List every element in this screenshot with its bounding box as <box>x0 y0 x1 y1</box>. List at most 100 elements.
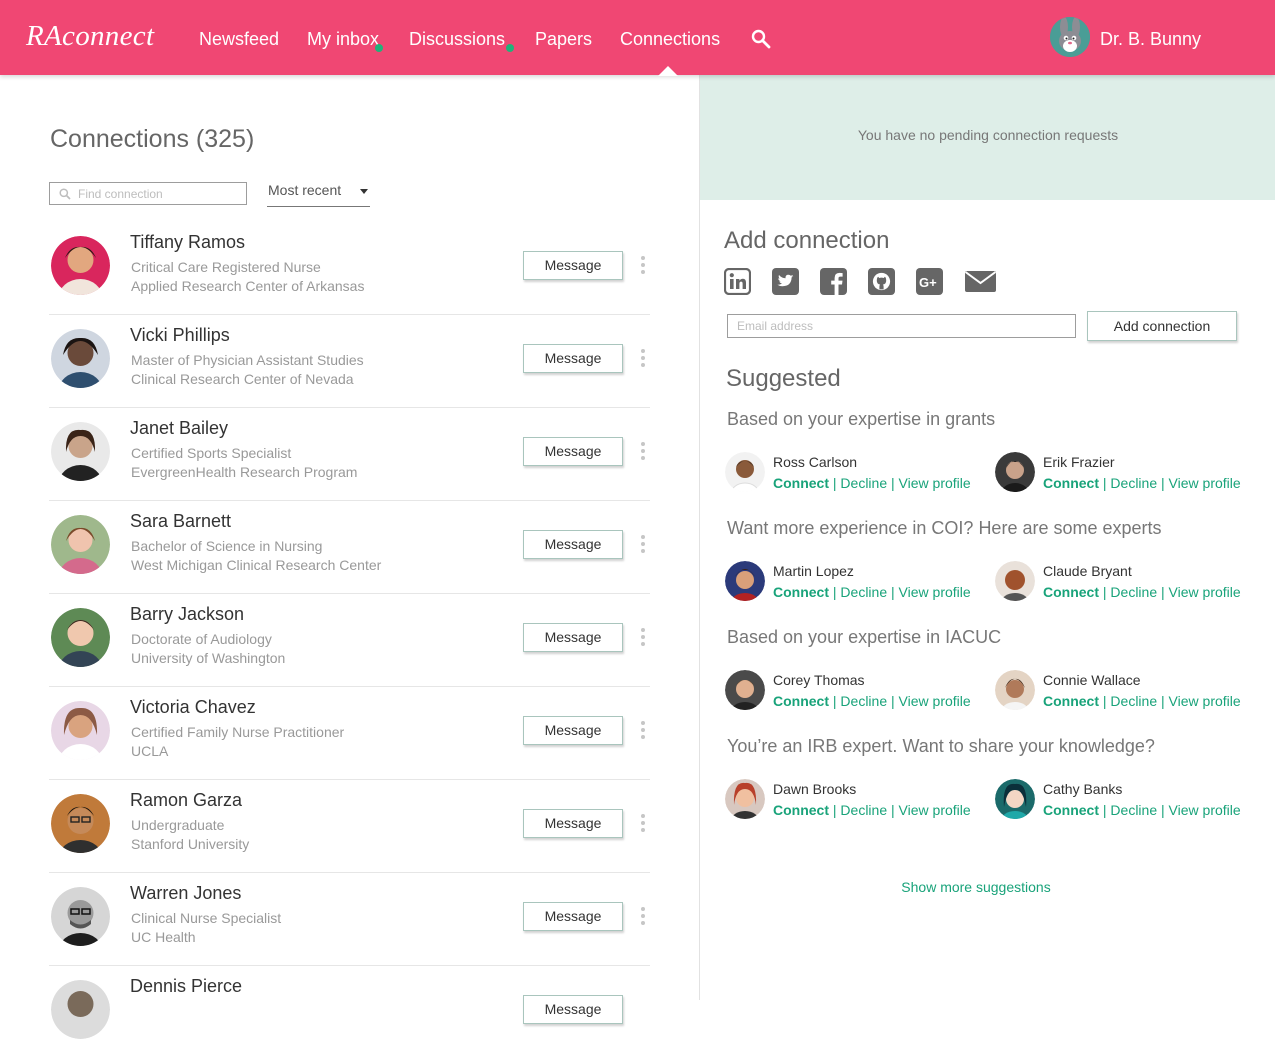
suggested-person-name[interactable]: Ross Carlson <box>773 454 857 470</box>
user-avatar[interactable] <box>1050 17 1090 57</box>
view-profile-link[interactable]: View profile <box>899 584 971 600</box>
decline-link[interactable]: Decline <box>840 802 887 818</box>
add-connection-button[interactable]: Add connection <box>1087 311 1237 341</box>
search-icon[interactable] <box>751 29 771 49</box>
suggested-person-name[interactable]: Corey Thomas <box>773 672 865 688</box>
avatar[interactable] <box>51 515 110 574</box>
app-logo[interactable]: RAconnect <box>26 20 154 53</box>
connection-name[interactable]: Barry Jackson <box>130 604 244 625</box>
suggested-person-name[interactable]: Martin Lopez <box>773 563 854 579</box>
suggested-person-name[interactable]: Cathy Banks <box>1043 781 1122 797</box>
connection-name[interactable]: Sara Barnett <box>130 511 231 532</box>
decline-link[interactable]: Decline <box>1110 475 1157 491</box>
suggested-person-name[interactable]: Connie Wallace <box>1043 672 1141 688</box>
facebook-icon[interactable] <box>820 268 847 295</box>
more-options-icon[interactable] <box>639 907 647 925</box>
email-address-field[interactable] <box>727 314 1076 338</box>
connection-name[interactable]: Warren Jones <box>130 883 241 904</box>
connection-name[interactable]: Ramon Garza <box>130 790 242 811</box>
connection-name[interactable]: Janet Bailey <box>130 418 228 439</box>
message-button[interactable]: Message <box>523 530 623 559</box>
connection-title: Certified Family Nurse Practitioner <box>131 724 345 740</box>
separator: | <box>1161 802 1165 818</box>
view-profile-link[interactable]: View profile <box>1169 475 1241 491</box>
message-button[interactable]: Message <box>523 902 623 931</box>
view-profile-link[interactable]: View profile <box>1169 584 1241 600</box>
show-more-suggestions-link[interactable]: Show more suggestions <box>700 879 1252 895</box>
avatar[interactable] <box>725 561 765 601</box>
connection-name[interactable]: Tiffany Ramos <box>130 232 245 253</box>
nav-my-inbox[interactable]: My inbox <box>307 29 379 50</box>
suggested-person-name[interactable]: Claude Bryant <box>1043 563 1132 579</box>
active-nav-indicator <box>658 66 678 76</box>
find-connection-input[interactable] <box>78 185 238 203</box>
nav-discussions[interactable]: Discussions <box>409 29 505 50</box>
github-icon[interactable] <box>868 268 895 295</box>
connect-link[interactable]: Connect <box>773 693 829 709</box>
view-profile-link[interactable]: View profile <box>899 802 971 818</box>
avatar[interactable] <box>51 794 110 853</box>
view-profile-link[interactable]: View profile <box>1169 693 1241 709</box>
message-button[interactable]: Message <box>523 623 623 652</box>
email-icon[interactable] <box>964 268 997 295</box>
suggested-person-name[interactable]: Dawn Brooks <box>773 781 856 797</box>
message-button[interactable]: Message <box>523 716 623 745</box>
decline-link[interactable]: Decline <box>840 475 887 491</box>
avatar[interactable] <box>995 670 1035 710</box>
avatar[interactable] <box>725 670 765 710</box>
user-name[interactable]: Dr. B. Bunny <box>1100 29 1201 50</box>
avatar[interactable] <box>995 452 1035 492</box>
more-options-icon[interactable] <box>639 628 647 646</box>
avatar[interactable] <box>51 701 110 760</box>
connect-link[interactable]: Connect <box>773 802 829 818</box>
view-profile-link[interactable]: View profile <box>1169 802 1241 818</box>
more-options-icon[interactable] <box>639 814 647 832</box>
avatar[interactable] <box>995 779 1035 819</box>
decline-link[interactable]: Decline <box>1110 693 1157 709</box>
message-button[interactable]: Message <box>523 437 623 466</box>
connection-name[interactable]: Victoria Chavez <box>130 697 256 718</box>
avatar[interactable] <box>51 980 110 1039</box>
message-button[interactable]: Message <box>523 251 623 280</box>
message-button[interactable]: Message <box>523 344 623 373</box>
avatar[interactable] <box>51 422 110 481</box>
more-options-icon[interactable] <box>639 349 647 367</box>
connect-link[interactable]: Connect <box>1043 475 1099 491</box>
view-profile-link[interactable]: View profile <box>899 693 971 709</box>
google-plus-icon[interactable]: G+ <box>916 268 943 295</box>
connect-link[interactable]: Connect <box>1043 693 1099 709</box>
decline-link[interactable]: Decline <box>1110 584 1157 600</box>
more-options-icon[interactable] <box>639 535 647 553</box>
decline-link[interactable]: Decline <box>840 693 887 709</box>
more-options-icon[interactable] <box>639 256 647 274</box>
avatar[interactable] <box>51 236 110 295</box>
find-connection-field[interactable] <box>49 182 247 205</box>
connect-link[interactable]: Connect <box>773 475 829 491</box>
avatar[interactable] <box>995 561 1035 601</box>
nav-papers[interactable]: Papers <box>535 29 592 50</box>
sort-dropdown[interactable]: Most recent <box>267 180 370 207</box>
connection-name[interactable]: Vicki Phillips <box>130 325 230 346</box>
decline-link[interactable]: Decline <box>1110 802 1157 818</box>
nav-newsfeed[interactable]: Newsfeed <box>199 29 279 50</box>
suggested-person-name[interactable]: Erik Frazier <box>1043 454 1115 470</box>
avatar[interactable] <box>51 329 110 388</box>
suggestion-actions: Connect | Decline | View profile <box>773 584 971 600</box>
nav-connections[interactable]: Connections <box>620 29 720 50</box>
avatar[interactable] <box>51 887 110 946</box>
message-button[interactable]: Message <box>523 995 623 1024</box>
connection-name[interactable]: Dennis Pierce <box>130 976 242 997</box>
linkedin-icon[interactable] <box>724 268 751 295</box>
decline-link[interactable]: Decline <box>840 584 887 600</box>
connect-link[interactable]: Connect <box>773 584 829 600</box>
message-button[interactable]: Message <box>523 809 623 838</box>
avatar[interactable] <box>51 608 110 667</box>
connect-link[interactable]: Connect <box>1043 802 1099 818</box>
view-profile-link[interactable]: View profile <box>899 475 971 491</box>
more-options-icon[interactable] <box>639 721 647 739</box>
avatar[interactable] <box>725 779 765 819</box>
twitter-icon[interactable] <box>772 268 799 295</box>
more-options-icon[interactable] <box>639 442 647 460</box>
connect-link[interactable]: Connect <box>1043 584 1099 600</box>
avatar[interactable] <box>725 452 765 492</box>
